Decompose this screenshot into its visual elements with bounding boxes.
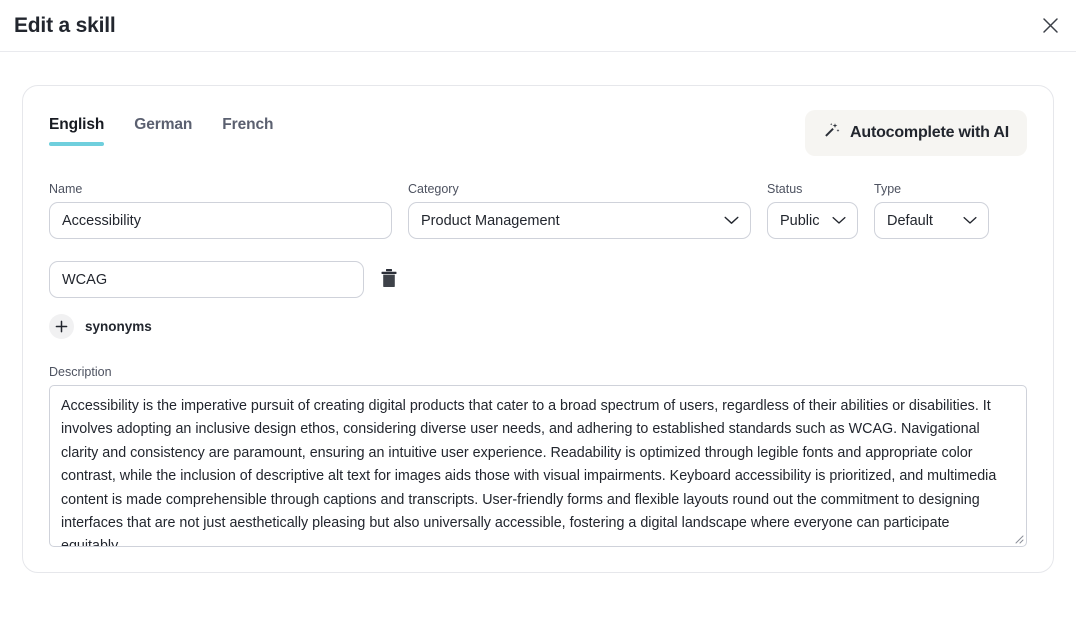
autocomplete-with-ai-label: Autocomplete with AI [850,124,1009,141]
status-field-group: Status Public [767,182,858,239]
name-label: Name [49,182,83,196]
plus-icon [49,314,74,339]
category-label: Category [408,182,459,196]
status-value: Public [780,212,820,229]
tab-english[interactable]: English [49,116,105,146]
synonym-row [49,261,1027,298]
tab-german[interactable]: German [134,116,192,146]
status-label: Status [767,182,803,196]
resize-grip-icon[interactable] [1011,531,1024,544]
add-synonym-button[interactable]: synonyms [49,314,152,339]
modal-header: Edit a skill [0,0,1076,52]
autocomplete-with-ai-button[interactable]: Autocomplete with AI [805,110,1027,156]
category-select[interactable]: Product Management [408,202,751,239]
magic-wand-icon [823,122,840,144]
category-field-group: Category Product Management [408,182,751,239]
modal-body: English German French Autocomplete with … [0,52,1076,573]
skill-form-card: English German French Autocomplete with … [22,85,1054,573]
description-textarea[interactable]: Accessibility is the imperative pursuit … [49,385,1027,547]
status-select[interactable]: Public [767,202,858,239]
description-text: Accessibility is the imperative pursuit … [61,398,1001,547]
delete-synonym-button[interactable] [378,268,400,292]
tab-french[interactable]: French [222,116,273,146]
add-synonym-label: synonyms [85,319,152,334]
type-label: Type [874,182,902,196]
close-button[interactable] [1036,12,1064,40]
tabs-row: English German French Autocomplete with … [49,110,1027,156]
description-label: Description [49,365,112,379]
type-select[interactable]: Default [874,202,989,239]
chevron-down-icon [963,213,977,229]
synonym-input[interactable] [49,261,364,298]
category-value: Product Management [421,212,560,229]
description-field-group: Description Accessibility is the imperat… [49,365,1027,547]
name-input[interactable] [49,202,392,239]
primary-fields-row: Name Category Product Management Status [49,182,1027,239]
type-value: Default [887,212,933,229]
chevron-down-icon [724,213,739,229]
page-title: Edit a skill [14,13,116,37]
type-field-group: Type Default [874,182,989,239]
chevron-down-icon [832,213,846,229]
close-icon [1042,17,1059,34]
trash-icon [380,268,398,291]
language-tabs: English German French [49,110,273,146]
name-field-group: Name [49,182,392,239]
